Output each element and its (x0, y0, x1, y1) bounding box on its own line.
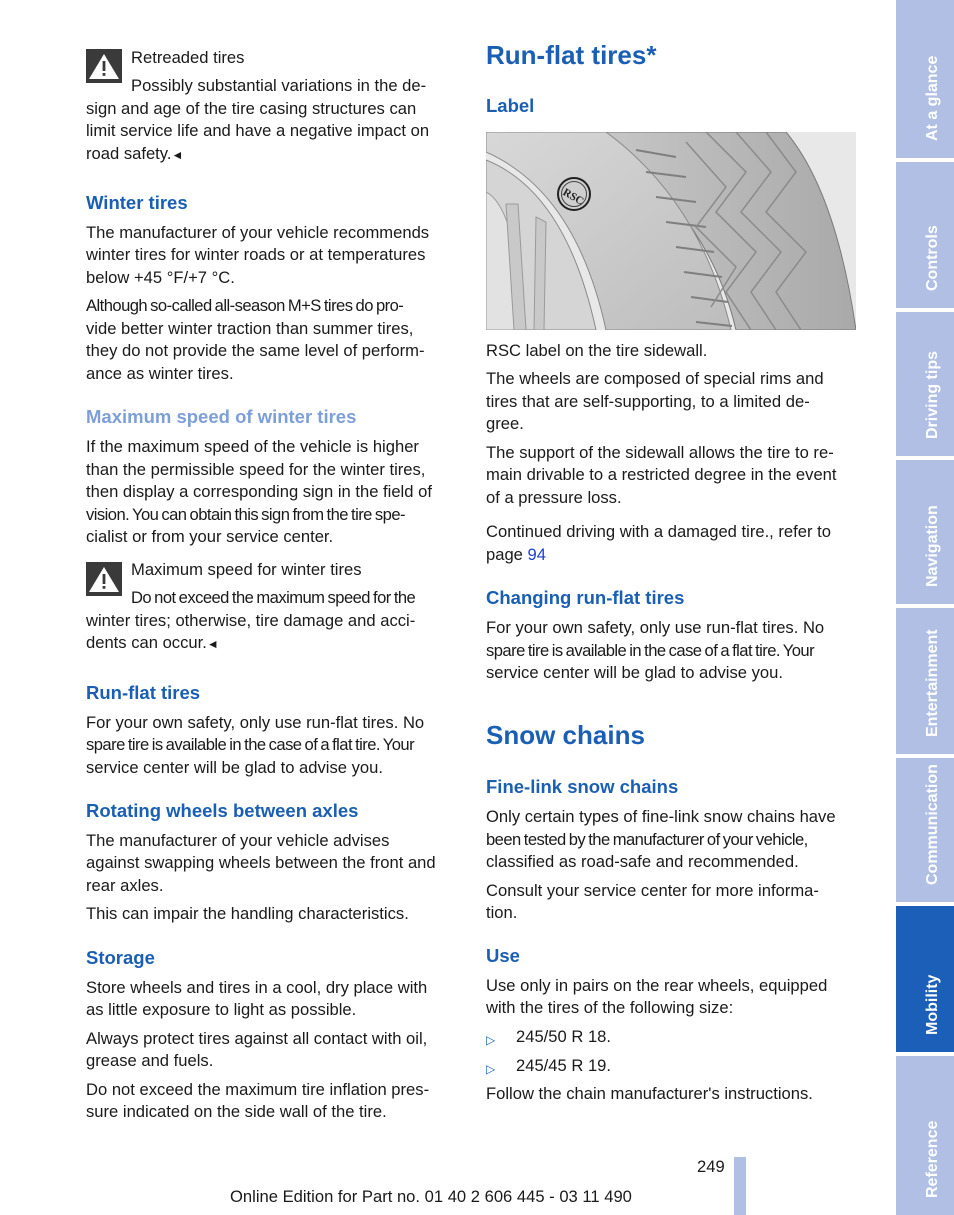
figure-caption: RSC label on the tire sidewall. (486, 341, 708, 360)
paragraph-line: Follow the chain manufacturer's instruct… (486, 1084, 813, 1103)
paragraph-line: cialist or from your service center. (86, 527, 334, 546)
warning-title: Maximum speed for winter tires (131, 560, 362, 579)
tire-sidewall-illustration: RSC (486, 132, 856, 330)
paragraph-line: with the tires of the following size: (486, 998, 734, 1017)
paragraph-line: For your own safety, only use run-flat t… (486, 618, 825, 637)
paragraph-line: then display a corresponding sign in the… (86, 482, 432, 501)
paragraph-line: The wheels are composed of special rims … (486, 369, 824, 388)
paragraph-line: If the maximum speed of the vehicle is h… (86, 437, 419, 456)
warning-title: Retreaded tires (131, 48, 245, 67)
warning-text: Do not exceed the maximum speed for the (131, 588, 416, 607)
warning-triangle-icon (86, 49, 122, 83)
paragraph-line: Always protect tires against all contact… (86, 1029, 428, 1048)
paragraph-line: Use only in pairs on the rear wheels, eq… (486, 976, 828, 995)
paragraph-line: This can impair the handling characteris… (86, 904, 409, 923)
paragraph-line: they do not provide the same level of pe… (86, 341, 425, 360)
page-number: 249 (697, 1157, 725, 1176)
paragraph-line: grease and fuels. (86, 1051, 214, 1070)
side-tab-reference[interactable]: Reference (896, 1056, 954, 1215)
side-tab-at-a-glance[interactable]: At a glance (896, 0, 954, 158)
heading-storage: Storage (86, 947, 155, 968)
paragraph-line: vide better winter traction than summer … (86, 319, 414, 338)
page-link[interactable]: 94 (528, 545, 546, 564)
side-tab-mobility[interactable]: Mobility (896, 906, 954, 1052)
paragraph-line: Continued driving with a damaged tire., … (486, 522, 831, 541)
side-tab-driving-tips[interactable]: Driving tips (896, 312, 954, 456)
paragraph-line: been tested by the manufacturer of your … (486, 830, 808, 849)
paragraph-line: ance as winter tires. (86, 364, 234, 383)
warning-triangle-icon (86, 562, 122, 596)
bullet-triangle-icon: ▷ (486, 1062, 496, 1076)
paragraph-line: The manufacturer of your vehicle recomme… (86, 223, 430, 242)
page-reference: page 94 (486, 545, 546, 564)
heading-rotating-wheels: Rotating wheels between axles (86, 800, 359, 821)
paragraph-line: tion. (486, 903, 518, 922)
list-item: 245/50 R 18. (516, 1027, 612, 1046)
warning-text-end: road safety.◄ (86, 144, 184, 163)
section-title-run-flat-tires: Run-flat tires* (486, 40, 657, 70)
paragraph-line: The support of the sidewall allows the t… (486, 443, 834, 462)
paragraph-line: Only certain types of fine-link snow cha… (486, 807, 836, 826)
edition-footer: Online Edition for Part no. 01 40 2 606 … (230, 1187, 632, 1206)
paragraph-line: rear axles. (86, 876, 164, 895)
paragraph-line: Although so-called all-season M+S tires … (86, 296, 404, 315)
warning-text-end: dents can occur.◄ (86, 633, 219, 652)
warning-text: Possibly substantial variations in the d… (131, 76, 427, 95)
paragraph-line: below +45 °F/+7 °C. (86, 268, 235, 287)
end-mark-icon: ◄ (206, 637, 219, 651)
paragraph-line: For your own safety, only use run-flat t… (86, 713, 425, 732)
paragraph-line: sure indicated on the side wall of the t… (86, 1102, 387, 1121)
paragraph-line: gree. (486, 414, 524, 433)
paragraph-line: winter tires for winter roads or at temp… (86, 245, 426, 264)
warning-text: limit service life and have a negative i… (86, 121, 430, 140)
heading-fine-link: Fine-link snow chains (486, 776, 679, 797)
paragraph-line: of a pressure loss. (486, 488, 622, 507)
paragraph-line: spare tire is available in the case of a… (86, 735, 415, 754)
end-mark-icon: ◄ (171, 148, 184, 162)
section-title-snow-chains: Snow chains (486, 720, 645, 750)
paragraph-line: against swapping wheels between the fron… (86, 853, 436, 872)
paragraph-line: service center will be glad to advise yo… (86, 758, 383, 777)
warning-text: winter tires; otherwise, tire damage and… (86, 611, 416, 630)
bullet-triangle-icon: ▷ (486, 1033, 496, 1047)
side-tab-entertainment[interactable]: Entertainment (896, 608, 954, 754)
heading-winter-tires: Winter tires (86, 192, 188, 213)
paragraph-line: spare tire is available in the case of a… (486, 641, 815, 660)
heading-changing-run-flat: Changing run-flat tires (486, 587, 685, 608)
paragraph-line: service center will be glad to advise yo… (486, 663, 783, 682)
heading-run-flat-tires: Run-flat tires (86, 682, 201, 703)
paragraph-line: tires that are self-supporting, to a lim… (486, 392, 810, 411)
paragraph-line: Consult your service center for more inf… (486, 881, 819, 900)
heading-use: Use (486, 945, 520, 966)
paragraph-line: as little exposure to light as possible. (86, 1000, 357, 1019)
paragraph-line: vision. You can obtain this sign from th… (86, 505, 406, 524)
paragraph-line: Store wheels and tires in a cool, dry pl… (86, 978, 428, 997)
paragraph-line: classified as road-safe and recommended. (486, 852, 799, 871)
side-tab-navigation[interactable]: Navigation (896, 460, 954, 604)
side-tab-controls[interactable]: Controls (896, 162, 954, 308)
heading-label: Label (486, 95, 535, 116)
paragraph-line: main drivable to a restricted degree in … (486, 465, 837, 484)
warning-text: sign and age of the tire casing structur… (86, 99, 417, 118)
paragraph-line: than the permissible speed for the winte… (86, 460, 426, 479)
page-marker-bar (734, 1157, 746, 1215)
list-item: 245/45 R 19. (516, 1056, 612, 1075)
paragraph-line: Do not exceed the maximum tire inflation… (86, 1080, 430, 1099)
heading-max-speed-winter-tires: Maximum speed of winter tires (86, 406, 357, 427)
paragraph-line: The manufacturer of your vehicle advises (86, 831, 390, 850)
side-tab-communication[interactable]: Communication (896, 758, 954, 902)
